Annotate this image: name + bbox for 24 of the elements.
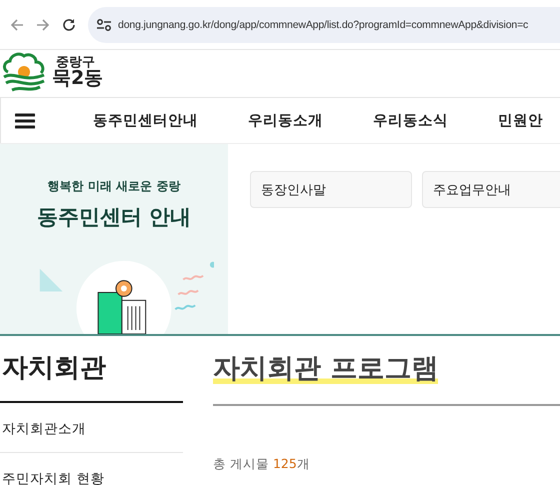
page-title: 자치회관 프로그램 [213, 353, 438, 384]
reload-icon[interactable] [62, 18, 76, 32]
sidebar-item[interactable]: 자치회관소개 [0, 403, 183, 453]
banner-link[interactable]: 주요업무안내 [422, 171, 560, 208]
address-bar[interactable]: dong.jungnang.go.kr/dong/app/commnewApp/list.do?programId=commnewApp&division=c [88, 6, 560, 42]
nav-item[interactable]: 우리동소개 [248, 111, 323, 130]
forward-icon[interactable] [36, 18, 50, 32]
site-settings-icon [96, 18, 112, 32]
banner-link[interactable]: 동장인사말 [250, 171, 412, 208]
banner-title: 동주민센터 안내 [36, 204, 192, 231]
sidebar-title: 자치회관 [0, 336, 183, 403]
post-count-label: 총 게시물 [213, 456, 269, 473]
url-text: dong.jungnang.go.kr/dong/app/commnewApp/list.do?programId=commnewApp&division=c [118, 18, 528, 30]
back-icon[interactable] [10, 18, 24, 32]
nav-item[interactable]: 민원안 [498, 111, 543, 130]
district-name: 중랑구 [56, 56, 95, 70]
menu-icon[interactable] [15, 112, 35, 128]
dong-name: 묵2동 [52, 69, 104, 90]
banner-subtitle: 행복한 미래 새로운 중랑 [48, 178, 180, 195]
sidebar-item[interactable]: 주민자치회 현황 [0, 453, 183, 485]
nav-item[interactable]: 우리동소식 [373, 111, 448, 130]
post-count: 125 [272, 456, 297, 473]
nav-item[interactable]: 동주민센터안내 [93, 111, 198, 130]
post-count-unit: 개 [296, 456, 310, 473]
